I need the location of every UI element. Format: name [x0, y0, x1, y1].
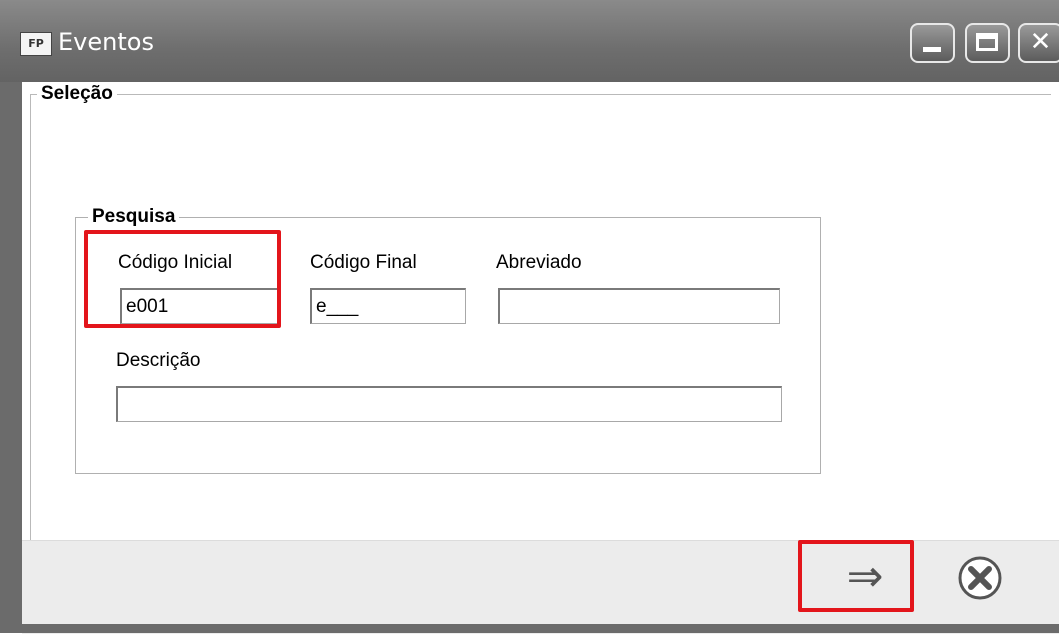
cancel-circle-icon	[958, 556, 1002, 600]
abreviado-label: Abreviado	[496, 252, 582, 273]
close-button[interactable]: ✕	[1018, 23, 1059, 63]
window-frame-bottom	[0, 624, 1059, 633]
descricao-input[interactable]	[116, 386, 782, 422]
confirm-button-highlight	[798, 540, 914, 612]
minimize-button[interactable]	[910, 23, 955, 63]
eventos-window: FP Eventos ✕ Seleção Pesquisa Código Ini…	[0, 0, 1059, 634]
codigo-final-label: Código Final	[310, 252, 417, 273]
codigo-final-input[interactable]	[310, 288, 466, 324]
search-group-title: Pesquisa	[88, 206, 180, 228]
abreviado-input[interactable]	[498, 288, 780, 324]
window-title: Eventos	[58, 28, 154, 56]
descricao-label: Descrição	[116, 350, 201, 371]
app-logo-icon: FP	[20, 32, 52, 56]
cancel-button[interactable]	[927, 547, 1027, 622]
maximize-button[interactable]	[965, 23, 1010, 63]
selection-group-title: Seleção	[37, 83, 117, 105]
minimize-icon	[923, 47, 941, 52]
selection-group: Seleção Pesquisa Código Inicial Código F…	[30, 83, 1051, 566]
maximize-icon	[976, 33, 998, 51]
codigo-inicial-highlight	[84, 230, 281, 328]
close-icon: ✕	[1029, 27, 1052, 57]
title-bar[interactable]: FP Eventos ✕	[0, 0, 1059, 82]
window-frame-left	[0, 82, 22, 633]
client-area: Seleção Pesquisa Código Inicial Código F…	[22, 82, 1059, 634]
